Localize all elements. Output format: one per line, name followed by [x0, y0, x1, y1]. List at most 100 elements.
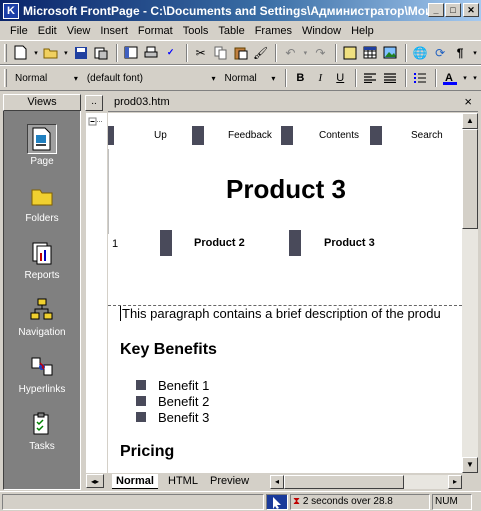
- menu-window[interactable]: Window: [302, 25, 341, 37]
- status-message: [2, 494, 264, 510]
- view-tasks[interactable]: Tasks: [4, 406, 80, 461]
- open-folder-icon[interactable]: [42, 44, 60, 62]
- open-dropdown-icon[interactable]: ▾: [62, 44, 70, 62]
- nav-link-contents[interactable]: Contents: [319, 130, 359, 141]
- undo-icon[interactable]: ↶: [281, 44, 299, 62]
- view-tasks-label: Tasks: [29, 441, 55, 452]
- folder-list-icon[interactable]: [122, 44, 140, 62]
- minimize-button[interactable]: _: [428, 3, 444, 17]
- style-select[interactable]: Normal ▾: [12, 69, 80, 87]
- collapse-icon[interactable]: [86, 115, 108, 135]
- insert-table-icon[interactable]: [361, 44, 379, 62]
- hscroll-thumb[interactable]: [284, 475, 404, 489]
- bullet-list-icon[interactable]: [411, 69, 429, 87]
- bold-icon[interactable]: B: [291, 69, 309, 87]
- new-page-icon[interactable]: [12, 44, 30, 62]
- hyperlink-icon[interactable]: 🌐: [411, 44, 429, 62]
- more-buttons-icon[interactable]: ▾: [471, 44, 479, 62]
- vertical-scrollbar[interactable]: ▲ ▼: [462, 113, 478, 473]
- scroll-left-icon[interactable]: ◂: [270, 475, 284, 489]
- menu-format[interactable]: Format: [138, 25, 173, 37]
- document-tab-bar: prod03.htm ×: [108, 94, 478, 112]
- view-page[interactable]: Page: [4, 121, 80, 176]
- format-painter-icon[interactable]: 🖌: [252, 44, 270, 62]
- show-all-icon[interactable]: ¶: [451, 44, 469, 62]
- copy-icon[interactable]: [212, 44, 230, 62]
- refresh-icon[interactable]: ⟳: [431, 44, 449, 62]
- tabs-scroll-icon[interactable]: ◂▸: [86, 474, 104, 488]
- title-bar: K Microsoft FrontPage - C:\Documents and…: [0, 0, 481, 21]
- tab-preview[interactable]: Preview: [206, 474, 253, 489]
- paste-icon[interactable]: [232, 44, 250, 62]
- publish-icon[interactable]: [92, 44, 110, 62]
- menu-frames[interactable]: Frames: [255, 25, 292, 37]
- scroll-up-icon[interactable]: ▲: [462, 113, 478, 129]
- frontpage-icon[interactable]: K: [3, 2, 19, 19]
- page-editor[interactable]: Up Feedback Contents Search Product 3 1 …: [108, 113, 462, 473]
- folder-list-toggle[interactable]: ..: [85, 95, 103, 111]
- scroll-down-icon[interactable]: ▼: [462, 457, 478, 473]
- nav-link-product-2[interactable]: Product 2: [194, 237, 245, 249]
- undo-dropdown-icon[interactable]: ▾: [301, 44, 309, 62]
- view-hyperlinks[interactable]: Hyperlinks: [4, 349, 80, 404]
- horizontal-scrollbar[interactable]: ◂ ▸: [270, 475, 462, 489]
- bullet-icon: [136, 412, 146, 422]
- description-paragraph[interactable]: This paragraph contains a brief descript…: [120, 306, 441, 321]
- scroll-right-icon[interactable]: ▸: [448, 475, 462, 489]
- close-button[interactable]: ✕: [463, 3, 479, 17]
- nav-link-up[interactable]: Up: [154, 130, 167, 141]
- view-folders[interactable]: Folders: [4, 178, 80, 233]
- save-icon[interactable]: [72, 44, 90, 62]
- italic-icon[interactable]: I: [311, 69, 329, 87]
- menu-file[interactable]: File: [10, 25, 28, 37]
- nav-separator: [289, 230, 301, 256]
- view-reports[interactable]: Reports: [4, 235, 80, 290]
- toolbar-grip[interactable]: [4, 69, 7, 87]
- document-tab[interactable]: prod03.htm: [114, 96, 170, 108]
- redo-icon[interactable]: ↷: [311, 44, 329, 62]
- formatting-toolbar: Normal ▾ (default font) ▾ Normal ▾ B I U…: [0, 65, 481, 91]
- view-reports-label: Reports: [24, 270, 60, 281]
- font-color-dropdown-icon[interactable]: ▾: [461, 69, 469, 87]
- align-justify-icon[interactable]: [381, 69, 399, 87]
- download-time-text: 2 seconds over 28.8: [302, 496, 393, 507]
- align-left-icon[interactable]: [361, 69, 379, 87]
- close-icon[interactable]: ×: [464, 94, 472, 109]
- more-buttons-icon[interactable]: ▾: [471, 69, 479, 87]
- font-size-select[interactable]: Normal ▾: [222, 69, 278, 87]
- menu-table[interactable]: Table: [218, 25, 244, 37]
- chevron-down-icon: ▾: [73, 73, 78, 83]
- underline-icon[interactable]: U: [331, 69, 349, 87]
- insert-picture-icon[interactable]: [381, 44, 399, 62]
- nav-link-product-3[interactable]: Product 3: [324, 237, 375, 249]
- menu-help[interactable]: Help: [351, 25, 374, 37]
- font-select[interactable]: (default font) ▾: [84, 69, 218, 87]
- toolbar-grip[interactable]: [4, 43, 7, 62]
- chevron-down-icon: ▾: [271, 73, 276, 83]
- tab-normal[interactable]: Normal: [112, 474, 158, 489]
- menu-tools[interactable]: Tools: [183, 25, 209, 37]
- nav-link-product-1[interactable]: 1: [112, 238, 118, 250]
- reports-icon: [27, 238, 57, 268]
- spelling-icon[interactable]: ✓: [162, 44, 180, 62]
- scroll-thumb[interactable]: [462, 129, 478, 229]
- benefit-text: Benefit 1: [158, 377, 210, 393]
- cut-icon[interactable]: ✂: [192, 44, 210, 62]
- hourglass-icon: ⧗: [293, 496, 301, 507]
- print-icon[interactable]: [142, 44, 160, 62]
- new-dropdown-icon[interactable]: ▾: [32, 44, 40, 62]
- view-hyperlinks-label: Hyperlinks: [18, 384, 66, 395]
- menu-insert[interactable]: Insert: [100, 25, 128, 37]
- menu-edit[interactable]: Edit: [38, 25, 57, 37]
- menu-view[interactable]: View: [67, 25, 91, 37]
- font-color-icon[interactable]: A: [441, 69, 459, 87]
- tab-html[interactable]: HTML: [164, 474, 202, 489]
- maximize-button[interactable]: □: [445, 3, 461, 17]
- nav-link-search[interactable]: Search: [411, 130, 443, 141]
- view-navigation[interactable]: Navigation: [4, 292, 80, 347]
- view-page-label: Page: [30, 156, 54, 167]
- nav-link-feedback[interactable]: Feedback: [228, 130, 272, 141]
- bullet-icon: [136, 396, 146, 406]
- insert-component-icon[interactable]: [341, 44, 359, 62]
- nav-separator: [160, 230, 172, 256]
